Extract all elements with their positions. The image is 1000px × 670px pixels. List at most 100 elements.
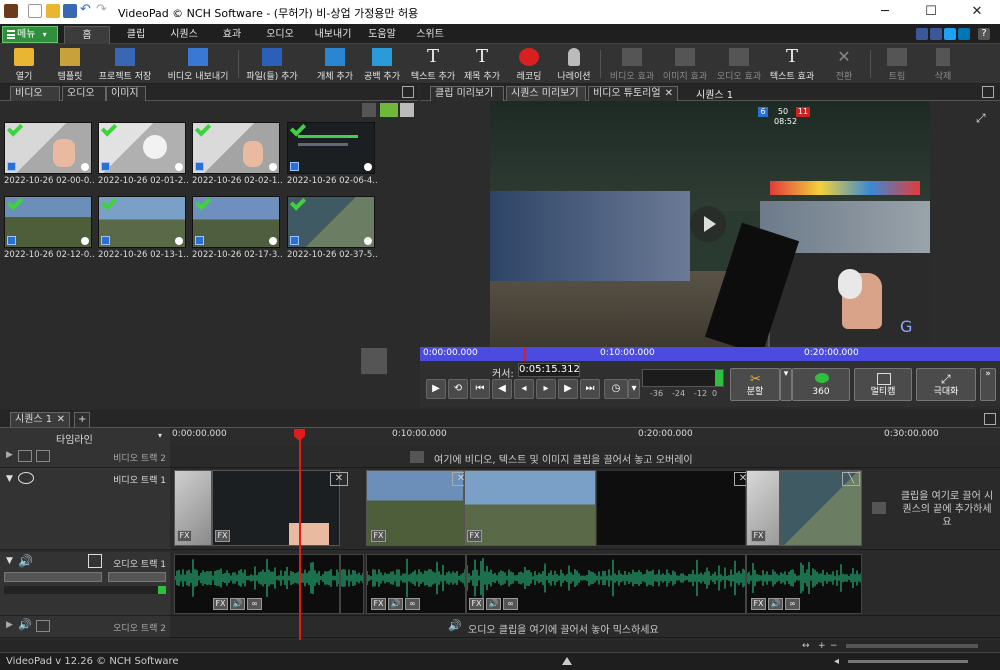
- master-volume-slider[interactable]: [848, 660, 968, 663]
- volume-icon[interactable]: 🔊: [768, 598, 783, 610]
- chevron-down-icon[interactable]: ▾: [158, 431, 162, 440]
- timeline-gap[interactable]: [596, 470, 746, 546]
- redo-icon[interactable]: ↷: [96, 3, 110, 18]
- zoom-in-icon[interactable]: +: [818, 641, 828, 651]
- audio-effects-button[interactable]: 오디오 효과: [716, 46, 762, 82]
- timeline-clip[interactable]: FX: [464, 470, 596, 546]
- rewind-button[interactable]: ◂: [514, 379, 534, 399]
- pan-slider[interactable]: [108, 572, 166, 582]
- fx-button[interactable]: FX: [215, 530, 230, 542]
- expand-icon[interactable]: ▶: [6, 620, 13, 630]
- 360-button[interactable]: 360: [792, 368, 850, 401]
- fx-button[interactable]: FX: [213, 598, 228, 610]
- facebook-icon[interactable]: [930, 28, 942, 40]
- link-icon[interactable]: ∞: [785, 598, 800, 610]
- undock-icon[interactable]: [402, 86, 414, 98]
- expand-icon[interactable]: ▶: [6, 450, 13, 460]
- split-button[interactable]: ✂ 분할: [730, 368, 780, 401]
- close-icon[interactable]: ✕: [665, 87, 673, 100]
- help-icon[interactable]: ?: [978, 28, 990, 40]
- audio-clip[interactable]: FX 🔊 ∞: [174, 554, 340, 614]
- trim-button[interactable]: 트림: [882, 46, 912, 82]
- save-icon[interactable]: [63, 4, 77, 18]
- track-audio2[interactable]: 🔊 오디오 클립을 여기에 끌어서 놓아 믹스하세요: [170, 616, 1000, 638]
- add-sequence-button[interactable]: +: [74, 412, 90, 427]
- twitter-icon[interactable]: [944, 28, 956, 40]
- minimize-button[interactable]: ─: [862, 0, 908, 24]
- timeline-clip[interactable]: FX: [212, 470, 340, 546]
- volume-icon[interactable]: ◂: [834, 656, 839, 667]
- add-blank-button[interactable]: 공백 추가: [362, 46, 402, 82]
- add-text-button[interactable]: T 텍스트 추가: [410, 46, 456, 83]
- add-folder-icon[interactable]: [380, 103, 398, 117]
- tab-export[interactable]: 내보내기: [310, 26, 356, 44]
- tab-sequence[interactable]: 시퀀스: [164, 26, 204, 44]
- group-icon[interactable]: [36, 620, 50, 632]
- audio-settings-icon[interactable]: [88, 554, 102, 568]
- timeline-clip[interactable]: FX: [746, 470, 780, 546]
- collapse-icon[interactable]: ▼: [6, 556, 13, 566]
- timeline-scrollbar[interactable]: ↔ + −: [0, 640, 1000, 652]
- add-object-button[interactable]: 개체 추가: [314, 46, 356, 82]
- timeline-playhead[interactable]: [299, 430, 301, 640]
- timeline-mode-label[interactable]: 타임라인: [56, 431, 93, 446]
- link-icon[interactable]: ∞: [247, 598, 262, 610]
- close-button[interactable]: ✕: [954, 0, 1000, 24]
- open-folder-icon[interactable]: [46, 4, 60, 18]
- tab-home[interactable]: 홈: [64, 26, 110, 44]
- volume-slider[interactable]: [4, 572, 102, 582]
- play-overlay-button[interactable]: [690, 206, 726, 242]
- fit-icon[interactable]: ↔: [802, 641, 812, 651]
- preview-playhead[interactable]: [524, 347, 526, 361]
- tab-suite[interactable]: 스위트: [410, 26, 450, 44]
- undock-icon[interactable]: [984, 413, 996, 425]
- export-video-button[interactable]: 비디오 내보내기: [168, 46, 228, 82]
- link-icon[interactable]: ∞: [405, 598, 420, 610]
- chevron-down-icon[interactable]: ▾: [628, 379, 640, 399]
- bin-tab-audio[interactable]: 오디오: [62, 86, 106, 101]
- linkedin-icon[interactable]: [958, 28, 970, 40]
- fx-button[interactable]: FX: [751, 530, 766, 542]
- transition-icon[interactable]: ✕: [330, 472, 348, 486]
- split-dropdown[interactable]: ▾: [780, 368, 792, 401]
- bin-item-thumbnail[interactable]: [98, 196, 186, 248]
- volume-icon[interactable]: 🔊: [486, 598, 501, 610]
- fx-button[interactable]: FX: [469, 598, 484, 610]
- video-effects-button[interactable]: 비디오 효과: [610, 46, 654, 82]
- next-frame-button[interactable]: ▶: [558, 379, 578, 399]
- forward-button[interactable]: ▸: [536, 379, 556, 399]
- speaker-icon[interactable]: 🔊: [18, 618, 32, 631]
- previous-frame-button[interactable]: ◀: [492, 379, 512, 399]
- bin-item-thumbnail[interactable]: [287, 196, 375, 248]
- close-icon[interactable]: ✕: [57, 413, 65, 426]
- text-effects-button[interactable]: T 텍스트 효과: [770, 46, 814, 83]
- track-video1[interactable]: FX FX ✕ FX ✕ FX ✕ FX ╲ 클립을 여기로 끌어 시퀀스의 끝…: [170, 468, 1000, 550]
- record-button[interactable]: 레코딩: [512, 46, 546, 82]
- add-title-button[interactable]: T 제목 추가: [462, 46, 502, 83]
- tab-clip-preview[interactable]: 클립 미리보기: [430, 86, 504, 101]
- link-icon[interactable]: ∞: [503, 598, 518, 610]
- tab-video-tutorial[interactable]: 비디오 튜토리얼 ✕: [588, 86, 678, 101]
- view-mode-icon[interactable]: [400, 103, 414, 117]
- tab-help[interactable]: 도움말: [362, 26, 402, 44]
- zoom-slider[interactable]: [846, 644, 978, 648]
- bin-tab-image[interactable]: 이미지: [106, 86, 146, 101]
- go-to-end-button[interactable]: ⏭: [580, 379, 600, 399]
- track-audio1[interactable]: FX 🔊 ∞ FX 🔊 ∞ FX 🔊 ∞ FX 🔊 ∞: [170, 552, 1000, 616]
- audio-clip[interactable]: FX 🔊 ∞: [746, 554, 862, 614]
- timeline-clip[interactable]: FX: [174, 470, 212, 546]
- audio-clip[interactable]: FX 🔊 ∞: [366, 554, 466, 614]
- fx-button[interactable]: FX: [371, 598, 386, 610]
- go-to-start-button[interactable]: ⏮: [470, 379, 490, 399]
- maximize-preview-button[interactable]: ⤢ 극대화: [916, 368, 976, 401]
- maximize-button[interactable]: ☐: [908, 0, 954, 24]
- undo-icon[interactable]: ↶: [80, 3, 94, 18]
- more-controls-button[interactable]: »: [980, 368, 996, 401]
- tab-sequence-preview[interactable]: 시퀀스 미리보기: [506, 86, 586, 101]
- tab-effects[interactable]: 효과: [214, 26, 250, 44]
- eye-icon[interactable]: [18, 450, 32, 462]
- narration-button[interactable]: 나레이션: [556, 46, 592, 82]
- fx-button[interactable]: FX: [371, 530, 386, 542]
- trash-icon[interactable]: [362, 103, 376, 117]
- multicam-button[interactable]: 멀티캠: [854, 368, 912, 401]
